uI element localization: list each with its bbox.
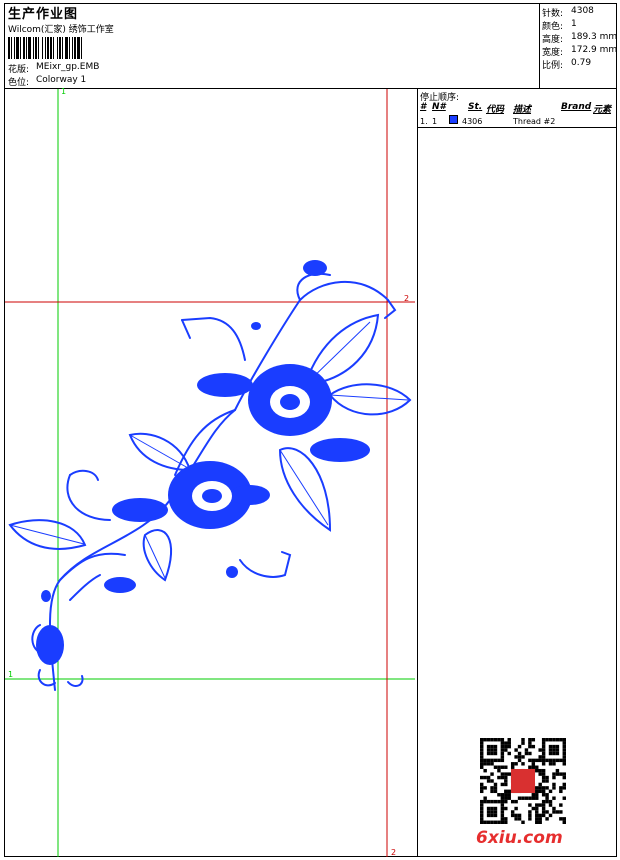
embroidery-design [5, 89, 415, 857]
guide-label-green-left: 1 [8, 670, 14, 679]
blossoms [36, 260, 370, 665]
guide-label-red-right: 2 [404, 294, 410, 303]
site-watermark: 6xiu.com [476, 828, 563, 848]
guide-label-green-top: 1 [61, 87, 67, 96]
guide-label-red-bottom: 2 [391, 848, 397, 857]
qr-code-icon [480, 738, 566, 824]
